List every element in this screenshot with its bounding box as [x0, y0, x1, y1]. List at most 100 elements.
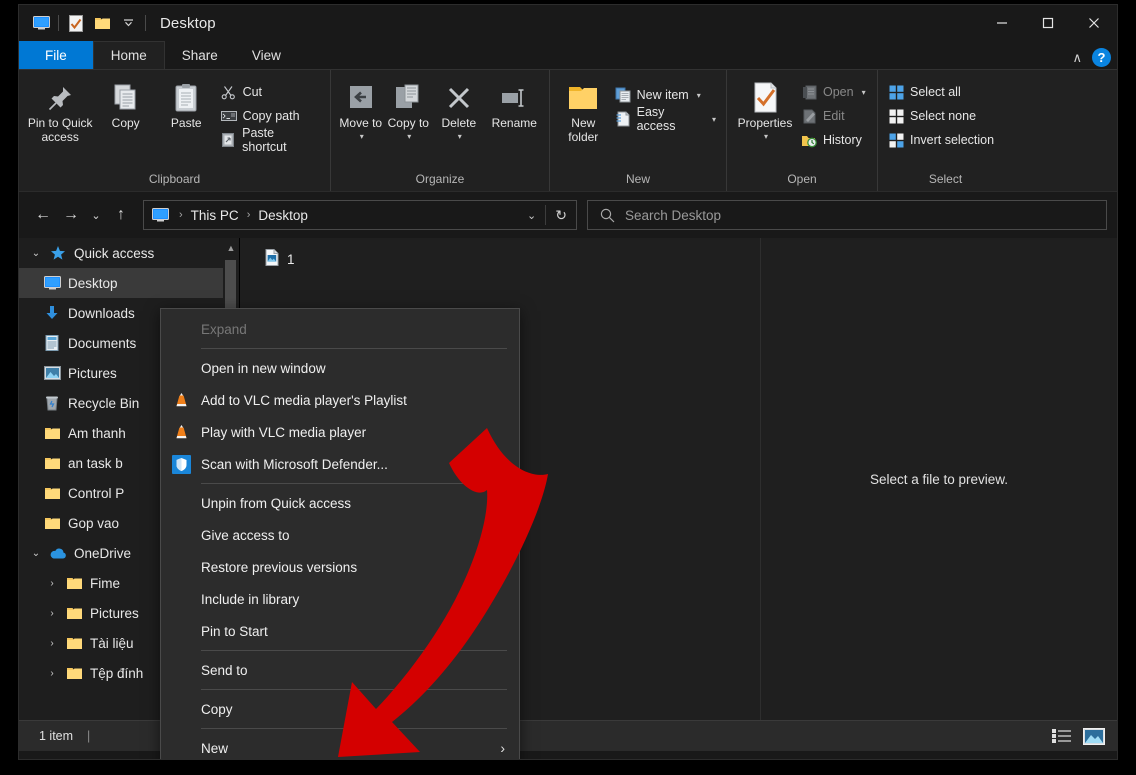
details-view-button[interactable]: [1051, 726, 1073, 746]
chevron-right-icon[interactable]: ›: [41, 638, 63, 649]
invert-selection-button[interactable]: Invert selection: [884, 129, 998, 151]
monitor-icon[interactable]: [28, 10, 54, 36]
maximize-button[interactable]: [1025, 5, 1071, 41]
context-menu-item-add-to-vlc-playlist[interactable]: Add to VLC media player's Playlist: [161, 384, 519, 416]
open-button[interactable]: Open ▾: [797, 81, 870, 103]
context-menu-item-copy[interactable]: Copy: [161, 693, 519, 725]
context-menu-item-unpin-from-quick-access[interactable]: Unpin from Quick access: [161, 487, 519, 519]
large-icons-view-button[interactable]: [1083, 726, 1105, 746]
easy-access-label: Easy access: [636, 105, 676, 133]
context-menu-item-include-in-library[interactable]: Include in library: [161, 583, 519, 615]
invert-selection-icon: [888, 132, 904, 148]
search-input[interactable]: Search Desktop: [587, 200, 1107, 230]
select-none-button[interactable]: Select none: [884, 105, 998, 127]
sidebar-label: OneDrive: [74, 545, 132, 561]
context-menu-item-expand: Expand: [161, 313, 519, 345]
sidebar-label: Downloads: [68, 305, 135, 321]
select-all-button[interactable]: Select all: [884, 81, 998, 103]
properties-button[interactable]: Properties ▾: [733, 76, 797, 144]
edit-button[interactable]: Edit: [797, 105, 870, 127]
context-menu-item-scan-with-defender[interactable]: Scan with Microsoft Defender...: [161, 448, 519, 480]
breadcrumb-desktop[interactable]: Desktop: [254, 208, 312, 223]
new-item-button[interactable]: New item ▾: [611, 84, 720, 106]
new-folder-button[interactable]: New folder: [556, 76, 611, 144]
breadcrumb-this-pc[interactable]: This PC: [187, 208, 243, 223]
chevron-down-icon[interactable]: [115, 10, 141, 36]
chevron-down-icon[interactable]: ▾: [458, 130, 462, 144]
recent-locations-button[interactable]: ⌄: [85, 200, 107, 230]
cut-label: Cut: [242, 85, 263, 99]
collapse-ribbon-icon[interactable]: ∧: [1072, 50, 1082, 66]
open-small-buttons: Open ▾ Edit History: [797, 76, 870, 151]
copy-path-button[interactable]: Copy path: [217, 105, 324, 127]
sidebar-label: Tệp đính: [90, 665, 144, 681]
chevron-down-icon[interactable]: ⌄: [25, 548, 47, 559]
scroll-up-icon[interactable]: ▲: [223, 240, 239, 256]
sidebar-item-quick-access[interactable]: ⌄ Quick access: [19, 238, 239, 268]
tab-file[interactable]: File: [19, 41, 93, 69]
context-menu-item-pin-to-start[interactable]: Pin to Start: [161, 615, 519, 647]
tab-view[interactable]: View: [235, 41, 298, 69]
rename-icon: [499, 80, 529, 116]
rename-button[interactable]: Rename: [486, 76, 543, 130]
cut-button[interactable]: Cut: [217, 81, 324, 103]
context-menu-item-play-with-vlc[interactable]: Play with VLC media player: [161, 416, 519, 448]
scissors-icon: [221, 84, 237, 100]
breadcrumb[interactable]: › This PC › Desktop ⌄ ↻: [143, 200, 577, 230]
paste-button[interactable]: Paste: [156, 76, 217, 130]
context-menu-item-new[interactable]: New ›: [161, 732, 519, 759]
context-menu-separator: [201, 483, 507, 484]
list-item[interactable]: 1: [240, 248, 760, 270]
chevron-down-icon[interactable]: ▾: [360, 130, 364, 144]
delete-button[interactable]: Delete ▾: [432, 76, 485, 144]
context-menu-item-send-to[interactable]: Send to: [161, 654, 519, 686]
chevron-down-icon[interactable]: ▾: [407, 130, 411, 144]
paste-shortcut-button[interactable]: Paste shortcut: [217, 126, 324, 154]
breadcrumb-dropdown-icon[interactable]: ⌄: [518, 209, 545, 222]
pin-to-quick-access-button[interactable]: Pin to Quick access: [25, 76, 95, 144]
up-button[interactable]: ↑: [107, 200, 135, 230]
forward-button[interactable]: →: [57, 200, 85, 230]
sidebar-label: Tài liệu: [90, 635, 134, 651]
chevron-right-icon[interactable]: ›: [41, 668, 63, 679]
sidebar-label: Fime: [90, 575, 120, 591]
sidebar-item-desktop[interactable]: Desktop: [19, 268, 239, 298]
breadcrumb-separator-2[interactable]: ›: [243, 209, 255, 221]
chevron-down-icon[interactable]: ▾: [862, 88, 866, 97]
back-button[interactable]: ←: [29, 200, 57, 230]
chevron-down-icon[interactable]: ▾: [764, 130, 768, 144]
help-icon[interactable]: ?: [1092, 48, 1111, 67]
organize-group-label: Organize: [415, 172, 465, 186]
chevron-down-icon[interactable]: ▾: [712, 115, 716, 124]
context-menu-label: Open in new window: [201, 360, 326, 376]
breadcrumb-separator-1[interactable]: ›: [175, 209, 187, 221]
context-menu-item-restore-previous-versions[interactable]: Restore previous versions: [161, 551, 519, 583]
chevron-down-icon[interactable]: ⌄: [25, 248, 47, 259]
view-buttons: [1051, 726, 1105, 746]
chevron-right-icon[interactable]: ›: [41, 608, 63, 619]
context-menu-item-open-in-new-window[interactable]: Open in new window: [161, 352, 519, 384]
paste-label: Paste: [170, 116, 202, 130]
refresh-button[interactable]: ↻: [546, 207, 576, 224]
sidebar-label: Recycle Bin: [68, 395, 140, 411]
chevron-down-icon[interactable]: ▾: [697, 91, 701, 100]
chevron-right-icon[interactable]: ›: [41, 578, 63, 589]
history-button[interactable]: History: [797, 129, 870, 151]
tab-home[interactable]: Home: [92, 41, 165, 69]
tab-share[interactable]: Share: [165, 41, 235, 69]
close-button[interactable]: [1071, 5, 1117, 41]
history-icon: [801, 132, 817, 148]
folder-icon[interactable]: [89, 10, 115, 36]
sidebar-label: Documents: [68, 335, 137, 351]
checked-document-icon[interactable]: [63, 10, 89, 36]
minimize-button[interactable]: [979, 5, 1025, 41]
new-group-label: New: [625, 172, 650, 186]
download-icon: [41, 305, 63, 321]
move-to-button[interactable]: Move to ▾: [337, 76, 385, 144]
copy-button[interactable]: Copy: [95, 76, 156, 130]
copy-to-button[interactable]: Copy to ▾: [385, 76, 433, 144]
context-menu-item-give-access-to[interactable]: Give access to ›: [161, 519, 519, 551]
easy-access-button[interactable]: Easy access ▾: [611, 105, 720, 133]
select-none-label: Select none: [910, 109, 977, 123]
folder-icon: [41, 486, 63, 501]
